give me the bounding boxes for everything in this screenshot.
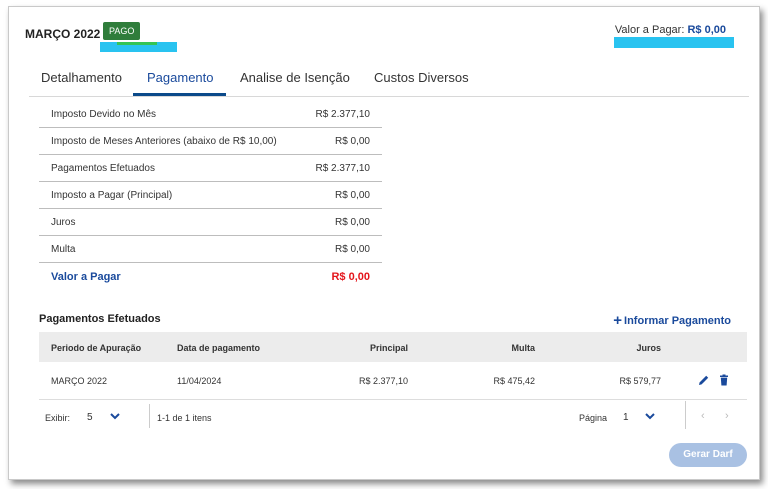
column-header[interactable]: Data de pagamento <box>177 343 260 353</box>
tab-analise-isencao[interactable]: Analise de Isenção <box>240 70 350 85</box>
informar-pagamento-label: Informar Pagamento <box>624 315 731 327</box>
chevron-down-icon[interactable] <box>109 410 121 422</box>
pagination-bar: Exibir: 5 1-1 de 1 itens Página 1 ‹ › <box>39 401 747 429</box>
divider <box>685 401 686 429</box>
tab-detalhamento[interactable]: Detalhamento <box>41 70 122 85</box>
chevron-down-icon[interactable] <box>644 410 656 422</box>
summary-label: Imposto de Meses Anteriores (abaixo de R… <box>51 136 277 147</box>
column-header[interactable]: Multa <box>512 343 536 353</box>
cell-principal: R$ 2.377,10 <box>358 376 408 386</box>
summary-row: Pagamentos Efetuados R$ 2.377,10 <box>39 155 382 182</box>
payment-panel: MARÇO 2022 PAGO Valor a Pagar: R$ 0,00 D… <box>8 6 760 480</box>
summary-row: Juros R$ 0,00 <box>39 209 382 236</box>
active-tab-indicator <box>133 93 226 96</box>
cell-multa: R$ 475,42 <box>493 376 535 386</box>
column-header[interactable]: Principal <box>370 343 408 353</box>
summary-row: Imposto Devido no Mês R$ 2.377,10 <box>39 101 382 128</box>
summary-label: Juros <box>51 217 76 228</box>
valor-a-pagar-header: Valor a Pagar: R$ 0,00 <box>615 24 726 36</box>
summary-row: Imposto a Pagar (Principal) R$ 0,00 <box>39 182 382 209</box>
highlight-mark-green <box>117 42 157 45</box>
cell-data-pagamento: 11/04/2024 <box>177 376 222 386</box>
pencil-icon[interactable] <box>698 374 710 386</box>
payments-section-title: Pagamentos Efetuados <box>39 313 161 325</box>
valor-label: Valor a Pagar: <box>614 24 685 36</box>
summary-label: Pagamentos Efetuados <box>51 163 155 174</box>
tab-bar: Detalhamento Pagamento Analise de Isençã… <box>29 65 749 97</box>
summary-row: Imposto de Meses Anteriores (abaixo de R… <box>39 128 382 155</box>
summary-total-row: Valor a Pagar R$ 0,00 <box>39 263 382 290</box>
summary-value: R$ 0,00 <box>334 190 370 201</box>
summary-value: R$ 0,00 <box>334 217 370 228</box>
chevron-left-icon[interactable]: ‹ <box>701 410 705 422</box>
trash-icon[interactable] <box>718 374 730 386</box>
tab-pagamento[interactable]: Pagamento <box>147 70 214 85</box>
summary-table: Imposto Devido no Mês R$ 2.377,10 Impost… <box>39 101 382 290</box>
table-header: Periodo de Apuração Data de pagamento Pr… <box>39 332 747 362</box>
plus-icon: + <box>613 312 623 329</box>
payments-table: Periodo de Apuração Data de pagamento Pr… <box>39 332 747 400</box>
divider <box>149 404 150 428</box>
column-header[interactable]: Periodo de Apuração <box>51 343 141 353</box>
column-header[interactable]: Juros <box>636 343 661 353</box>
pagina-label: Página <box>579 413 608 423</box>
summary-value: R$ 2.377,10 <box>315 109 371 120</box>
cell-periodo: MARÇO 2022 <box>51 376 108 386</box>
summary-label: Imposto a Pagar (Principal) <box>51 190 173 201</box>
summary-row: Multa R$ 0,00 <box>39 236 382 263</box>
chevron-right-icon[interactable]: › <box>725 410 729 422</box>
summary-total-label: Valor a Pagar <box>51 271 121 283</box>
items-count: 1-1 de 1 itens <box>157 413 212 423</box>
tab-custos-diversos[interactable]: Custos Diversos <box>374 70 469 85</box>
summary-value: R$ 0,00 <box>334 136 370 147</box>
cell-juros: R$ 579,77 <box>619 376 661 386</box>
table-row: MARÇO 2022 11/04/2024 R$ 2.377,10 R$ 475… <box>39 362 747 400</box>
page-number[interactable]: 1 <box>623 412 629 423</box>
exibir-label: Exibir: <box>45 413 71 423</box>
status-badge: PAGO <box>103 22 141 40</box>
gerar-darf-button[interactable]: Gerar Darf <box>669 443 747 467</box>
summary-label: Imposto Devido no Mês <box>51 109 157 120</box>
informar-pagamento-link[interactable]: + Informar Pagamento <box>613 312 731 329</box>
summary-total-value: R$ 0,00 <box>331 271 370 283</box>
row-actions <box>698 374 730 386</box>
summary-label: Multa <box>51 244 76 255</box>
summary-value: R$ 0,00 <box>334 244 370 255</box>
page-size-value[interactable]: 5 <box>87 412 93 423</box>
summary-value: R$ 2.377,10 <box>315 163 371 174</box>
valor-value: R$ 0,00 <box>687 24 726 36</box>
period-title: MARÇO 2022 <box>25 27 101 41</box>
highlight-mark <box>614 37 734 48</box>
